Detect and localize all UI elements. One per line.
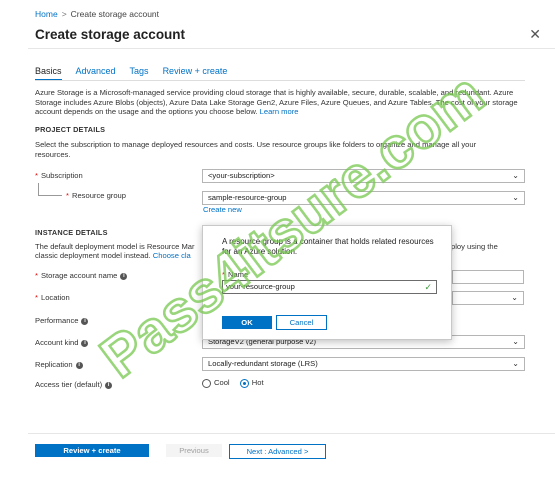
info-icon: i <box>105 382 113 389</box>
popup-message: A resource group is a container that hol… <box>222 237 434 256</box>
instance-details-text-line2: classic deployment model instead. Choose… <box>35 251 191 260</box>
chevron-down-icon: ⌄ <box>511 293 518 302</box>
checkmark-icon: ✓ <box>424 282 432 292</box>
popup-cancel-button[interactable]: Cancel <box>276 315 327 330</box>
popup-ok-button[interactable]: OK <box>222 316 272 329</box>
instance-details-text-tail: ploy using the <box>451 242 498 251</box>
chevron-down-icon: ⌄ <box>512 337 519 346</box>
breadcrumb: Home > Create storage account <box>35 9 159 19</box>
previous-button: Previous <box>166 444 222 457</box>
choose-classic-link[interactable]: Choose cla <box>153 251 191 260</box>
replication-label: Replication i <box>35 360 83 369</box>
breadcrumb-separator: > <box>61 9 67 19</box>
next-advanced-button[interactable]: Next : Advanced > <box>229 444 326 459</box>
storage-account-name-input[interactable] <box>452 270 524 284</box>
chevron-down-icon: ⌄ <box>512 171 519 180</box>
breadcrumb-home-link[interactable]: Home <box>35 9 58 19</box>
info-icon: i <box>75 362 83 369</box>
tab-advanced[interactable]: Advanced <box>76 66 116 81</box>
info-icon: i <box>81 340 89 347</box>
project-details-heading: PROJECT DETAILS <box>35 125 106 134</box>
location-dropdown[interactable]: ⌄ <box>452 291 524 305</box>
tab-basics[interactable]: Basics <box>35 66 62 81</box>
instance-details-heading: INSTANCE DETAILS <box>35 228 108 237</box>
tree-connector-vertical <box>38 183 39 195</box>
radio-hot[interactable] <box>239 378 249 388</box>
access-tier-hot-option[interactable]: Hot <box>239 378 264 388</box>
performance-label: Performance i <box>35 316 89 325</box>
location-label: * Location <box>35 293 70 302</box>
replication-value: Locally-redundant storage (LRS) <box>208 359 318 368</box>
breadcrumb-current: Create storage account <box>70 9 160 19</box>
popup-name-label: * Name <box>222 270 249 279</box>
chevron-down-icon: ⌄ <box>512 193 519 202</box>
access-tier-label: Access tier (default) i <box>35 380 113 389</box>
popup-name-value: your-resource-group <box>226 282 295 291</box>
resource-group-label: * Resource group <box>66 191 127 200</box>
subscription-value: <your-subscription> <box>208 171 275 180</box>
account-kind-label: Account kind i <box>35 338 89 347</box>
close-icon[interactable]: ✕ <box>529 26 541 43</box>
info-icon: i <box>120 273 128 280</box>
access-tier-radio-group: Cool Hot <box>202 378 264 388</box>
footer-divider <box>28 433 555 434</box>
project-details-text: Select the subscription to manage deploy… <box>35 140 477 159</box>
create-new-link[interactable]: Create new <box>203 205 242 214</box>
info-icon: i <box>81 318 89 325</box>
popup-name-input[interactable]: your-resource-group ✓ <box>222 280 437 294</box>
chevron-down-icon: ⌄ <box>512 359 519 368</box>
tab-review-create[interactable]: Review + create <box>163 66 228 81</box>
learn-more-link[interactable]: Learn more <box>260 107 299 116</box>
replication-dropdown[interactable]: Locally-redundant storage (LRS) ⌄ <box>202 357 525 371</box>
subscription-dropdown[interactable]: <your-subscription> ⌄ <box>202 169 525 183</box>
page-title: Create storage account <box>35 27 186 42</box>
resource-group-value: sample-resource-group <box>208 193 287 202</box>
create-resource-group-popup: A resource group is a container that hol… <box>202 225 452 340</box>
header-divider <box>28 48 555 49</box>
tab-tags[interactable]: Tags <box>130 66 149 81</box>
storage-account-name-label: * Storage account name i <box>35 271 128 280</box>
radio-cool[interactable] <box>202 378 211 388</box>
resource-group-dropdown[interactable]: sample-resource-group ⌄ <box>202 191 525 205</box>
tree-connector-horizontal <box>38 195 62 196</box>
subscription-label: * Subscription <box>35 171 83 180</box>
tabs-divider <box>35 80 525 81</box>
intro-description: Azure Storage is a Microsoft-managed ser… <box>35 88 520 117</box>
access-tier-cool-option[interactable]: Cool <box>202 378 230 388</box>
tab-bar: Basics Advanced Tags Review + create <box>35 66 227 81</box>
review-create-button[interactable]: Review + create <box>35 444 149 457</box>
